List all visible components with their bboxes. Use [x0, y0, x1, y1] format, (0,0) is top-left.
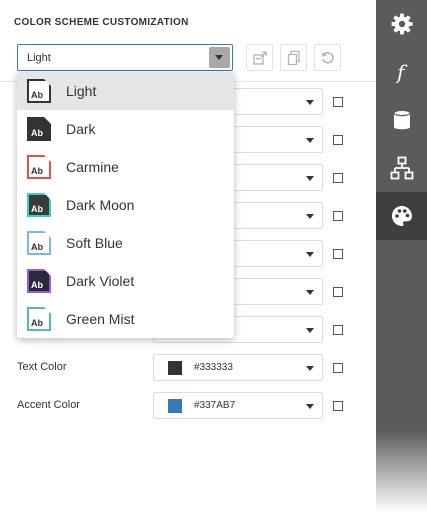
chevron-down-icon[interactable]	[209, 47, 230, 68]
scheme-preview-icon: Ab	[27, 231, 51, 255]
color-checkbox[interactable]	[333, 401, 343, 411]
scheme-preview-icon: Ab	[27, 193, 51, 217]
sidebar-item-expressions[interactable]: f	[376, 48, 427, 96]
copy-scheme-button[interactable]	[280, 44, 307, 71]
scheme-option-label: Soft Blue	[66, 235, 123, 251]
palette-icon	[392, 206, 412, 226]
chevron-down-icon[interactable]	[306, 252, 314, 257]
color-row-accent-color: Accent Color #337AB7	[0, 392, 376, 419]
reset-icon	[322, 52, 334, 64]
color-checkbox[interactable]	[333, 173, 343, 183]
sidebar-item-report-explorer[interactable]	[376, 144, 427, 192]
copy-icon	[287, 50, 300, 66]
color-label: Text Color	[17, 361, 67, 373]
gear-icon	[391, 13, 413, 35]
scheme-preview-icon: Ab	[27, 307, 51, 331]
add-scheme-button[interactable]	[246, 44, 273, 71]
color-hex: #333333	[194, 362, 233, 373]
chevron-down-icon[interactable]	[306, 138, 314, 143]
scheme-option-label: Dark	[66, 121, 96, 137]
chevron-down-icon[interactable]	[306, 214, 314, 219]
sidebar-item-data-source[interactable]	[376, 96, 427, 144]
color-scheme-panel: COLOR SCHEME CUSTOMIZATION Light Text Co…	[0, 0, 376, 512]
color-checkbox[interactable]	[333, 287, 343, 297]
scheme-option-label: Green Mist	[66, 311, 135, 327]
color-checkbox[interactable]	[333, 211, 343, 221]
color-checkbox[interactable]	[333, 249, 343, 259]
panel-title: COLOR SCHEME CUSTOMIZATION	[14, 17, 189, 28]
reset-scheme-button[interactable]	[314, 44, 341, 71]
scheme-option-label: Dark Violet	[66, 273, 135, 289]
add-scheme-icon	[253, 51, 267, 65]
color-label: Accent Color	[17, 399, 80, 411]
scheme-option-soft-blue[interactable]: Ab Soft Blue	[17, 224, 234, 262]
color-checkbox[interactable]	[333, 363, 343, 373]
scheme-option-label: Light	[66, 83, 97, 99]
scheme-option-carmine[interactable]: Ab Carmine	[17, 148, 234, 186]
scheme-option-dark-violet[interactable]: Ab Dark Violet	[17, 262, 234, 300]
color-swatch[interactable]	[168, 361, 182, 375]
chevron-down-icon[interactable]	[306, 100, 314, 105]
chevron-down-icon[interactable]	[306, 404, 314, 409]
right-sidebar: f	[376, 0, 427, 512]
color-hex: #337AB7	[194, 400, 236, 411]
color-checkbox[interactable]	[333, 325, 343, 335]
scheme-option-dark[interactable]: Ab Dark	[17, 110, 234, 148]
color-edit[interactable]: #333333	[153, 354, 323, 381]
chevron-down-icon[interactable]	[306, 328, 314, 333]
scheme-dropdown: Ab Light Ab Dark Ab Carmine Ab Dark Moon…	[17, 72, 234, 338]
scheme-preview-icon: Ab	[27, 155, 51, 179]
scheme-option-green-mist[interactable]: Ab Green Mist	[17, 300, 234, 338]
scheme-option-dark-moon[interactable]: Ab Dark Moon	[17, 186, 234, 224]
scheme-preview-icon: Ab	[27, 79, 51, 103]
chevron-down-icon[interactable]	[306, 176, 314, 181]
scheme-option-label: Dark Moon	[66, 197, 135, 213]
scheme-option-label: Carmine	[66, 159, 119, 175]
sidebar-item-properties[interactable]	[376, 0, 427, 48]
chevron-down-icon[interactable]	[306, 290, 314, 295]
scheme-option-light[interactable]: Ab Light	[17, 72, 234, 110]
scheme-select-value: Light	[27, 52, 51, 64]
sidebar-item-color-scheme[interactable]	[376, 192, 427, 240]
color-swatch[interactable]	[168, 399, 182, 413]
database-icon	[393, 109, 411, 130]
scheme-preview-icon: Ab	[27, 269, 51, 293]
function-icon: f	[395, 60, 408, 84]
color-edit[interactable]: #337AB7	[153, 392, 323, 419]
svg-text:f: f	[395, 60, 408, 84]
color-row-text-color: Text Color #333333	[0, 354, 376, 381]
scheme-preview-icon: Ab	[27, 117, 51, 141]
hierarchy-icon	[390, 156, 414, 180]
scheme-select[interactable]: Light	[17, 44, 233, 71]
color-checkbox[interactable]	[333, 97, 343, 107]
chevron-down-icon[interactable]	[306, 366, 314, 371]
color-checkbox[interactable]	[333, 135, 343, 145]
